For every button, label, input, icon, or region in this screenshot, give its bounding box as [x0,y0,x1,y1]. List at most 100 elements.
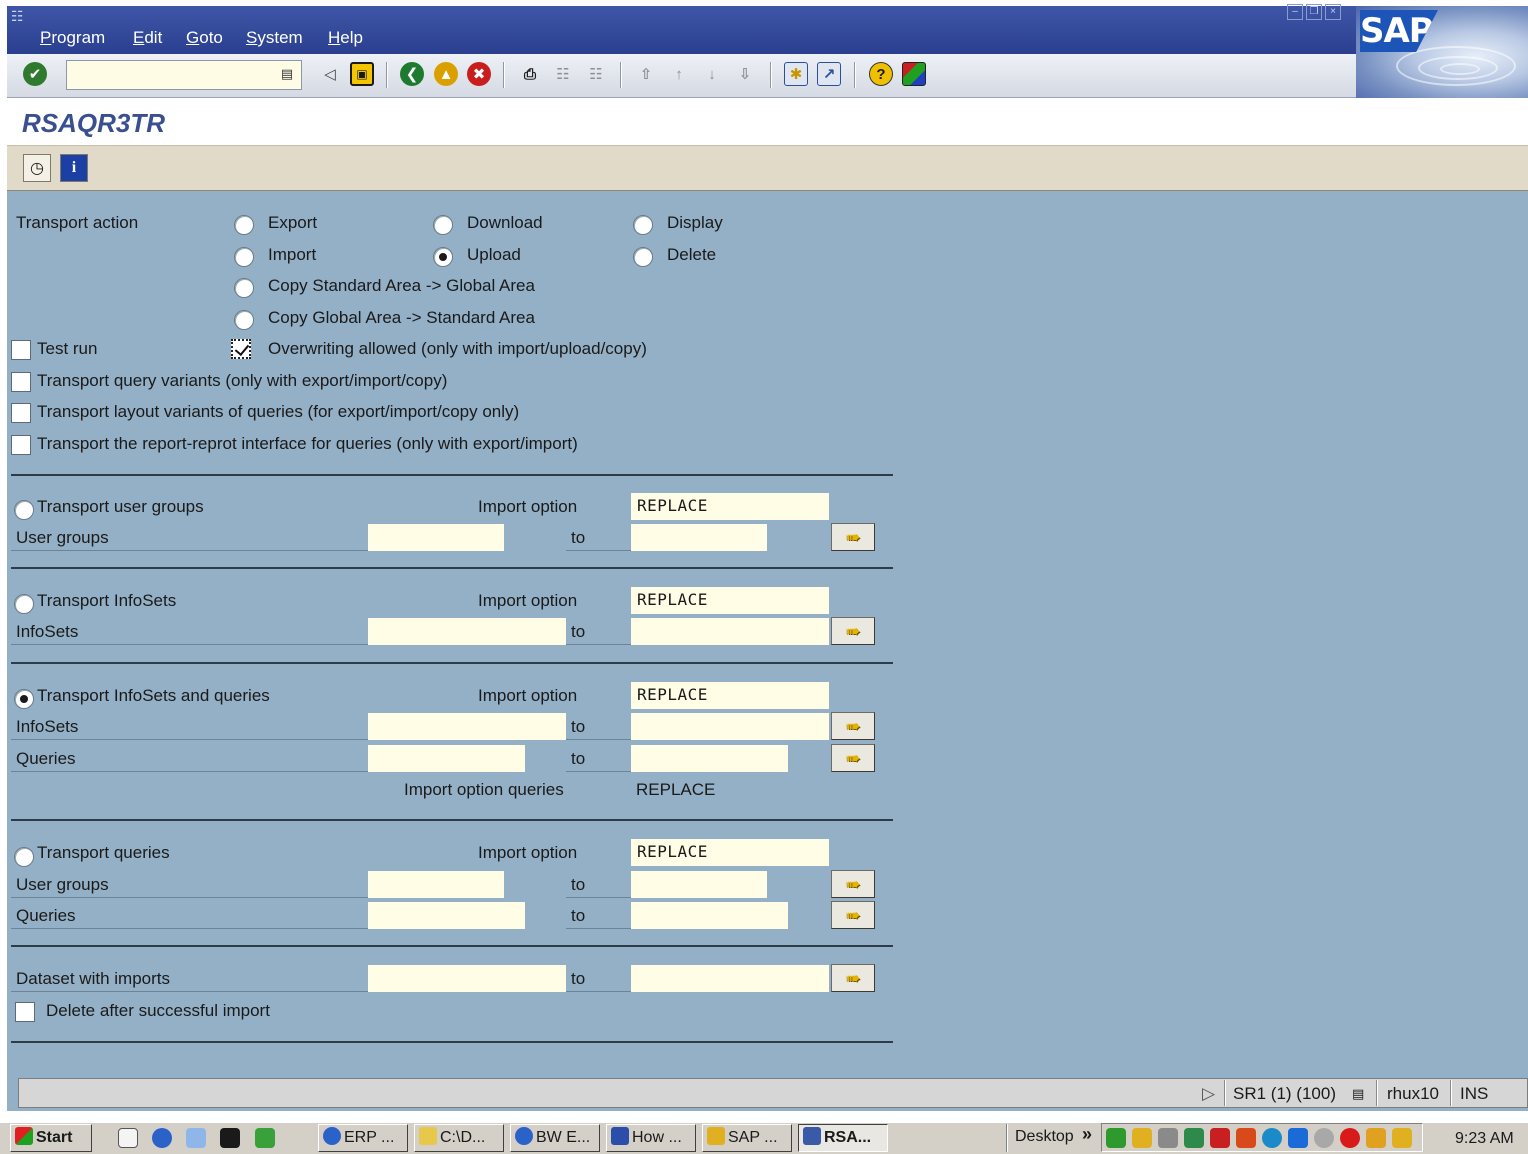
status-system-list-icon[interactable]: ▤ [1352,1082,1364,1105]
delete-after-import-checkbox[interactable] [15,1002,35,1022]
infosets-queries-queries-multiple-selection-button[interactable]: ➠ [831,744,875,772]
tray-pen-icon[interactable] [1132,1128,1152,1148]
test-run-checkbox[interactable] [11,340,31,360]
execute-button[interactable]: ◷ [23,154,51,182]
radio-display[interactable] [633,215,653,235]
layout-variants-checkbox[interactable] [11,403,31,423]
start-button[interactable]: Start [10,1124,92,1152]
queries-user-groups-to-field[interactable] [631,871,767,898]
command-field[interactable] [66,60,302,90]
menu-program[interactable]: Program [40,28,105,48]
queries-import-option-field[interactable]: REPLACE [631,839,829,866]
desktop-toolbar-label[interactable]: Desktop [1015,1128,1074,1146]
menu-edit[interactable]: Edit [133,28,162,48]
quicklaunch-app-icon[interactable] [255,1128,275,1148]
infosets-import-option-field[interactable]: REPLACE [631,587,829,614]
queries-queries-multiple-selection-button[interactable]: ➠ [831,901,875,929]
command-prompt-icon[interactable] [220,1128,240,1148]
tray-connection-icon[interactable] [1184,1128,1204,1148]
new-session-icon[interactable]: ✱ [784,62,808,86]
user-groups-multiple-selection-button[interactable]: ➠ [831,523,875,551]
tray-antivirus-icon[interactable] [1340,1128,1360,1148]
shortcut-icon[interactable]: ↗ [817,62,841,86]
menu-help[interactable]: Help [328,28,363,48]
queries-user-groups-from-field[interactable] [368,871,504,898]
radio-transport-infosets[interactable] [14,594,34,614]
print-icon[interactable]: ⎙ [518,62,542,86]
tray-sync-icon[interactable] [1262,1128,1282,1148]
task-rsaqr3tr[interactable]: RSA... [798,1124,888,1152]
toolbar-chevron-icon[interactable]: » [1082,1124,1092,1145]
overwriting-allowed-checkbox[interactable] [231,339,251,359]
command-history-icon[interactable]: ▤ [278,64,296,84]
minimize-icon[interactable]: – [1287,4,1303,20]
report-interface-checkbox[interactable] [11,435,31,455]
collapse-icon[interactable]: ◁ [318,62,342,86]
radio-copy-standard-to-global[interactable] [234,278,254,298]
infosets-from-field[interactable] [368,618,566,645]
query-variants-checkbox[interactable] [11,372,31,392]
radio-download[interactable] [433,215,453,235]
find-icon[interactable]: ☷ [551,62,575,86]
task-erp[interactable]: ERP ... [318,1124,408,1152]
tray-settings-icon[interactable] [1314,1128,1334,1148]
task-word[interactable]: How ... [606,1124,696,1152]
tray-printer-icon[interactable] [1236,1128,1256,1148]
queries-user-groups-multiple-selection-button[interactable]: ➠ [831,870,875,898]
infosets-queries-infosets-to-field[interactable] [631,713,829,740]
internet-explorer-icon[interactable] [152,1128,172,1148]
user-groups-to-field[interactable] [631,524,767,551]
enter-check-icon[interactable]: ✔ [23,62,47,86]
first-page-icon[interactable]: ⇧ [634,62,658,86]
layout-menu-icon[interactable] [902,62,926,86]
radio-transport-infosets-and-queries[interactable] [14,689,34,709]
infosets-to-field[interactable] [631,618,829,645]
radio-transport-queries[interactable] [14,847,34,867]
task-bw[interactable]: BW E... [510,1124,600,1152]
radio-import[interactable] [234,247,254,267]
taskbar-clock[interactable]: 9:23 AM [1455,1130,1514,1148]
infosets-multiple-selection-button[interactable]: ➠ [831,617,875,645]
infosets-queries-queries-from-field[interactable] [368,745,525,772]
exit-icon[interactable]: ▲ [434,62,458,86]
queries-queries-to-field[interactable] [631,902,788,929]
user-groups-import-option-field[interactable]: REPLACE [631,493,829,520]
radio-export[interactable] [234,215,254,235]
back-icon[interactable]: ❮ [400,62,424,86]
outlook-icon[interactable] [186,1128,206,1148]
window-system-icon[interactable]: ☷ [11,8,33,24]
tray-messenger-icon[interactable] [1366,1128,1386,1148]
radio-delete[interactable] [633,247,653,267]
radio-copy-global-to-standard[interactable] [234,310,254,330]
find-next-icon[interactable]: ☷ [584,62,608,86]
tray-volume-icon[interactable] [1158,1128,1178,1148]
dataset-multiple-selection-button[interactable]: ➠ [831,964,875,992]
last-page-icon[interactable]: ⇩ [733,62,757,86]
restore-icon[interactable]: ❐ [1306,4,1322,20]
save-icon[interactable]: ▣ [350,62,374,86]
next-page-icon[interactable]: ↓ [700,62,724,86]
help-icon[interactable]: ? [869,62,893,86]
status-expand-icon[interactable]: ▷ [1202,1082,1215,1105]
info-button[interactable]: i [60,154,88,182]
show-desktop-icon[interactable] [118,1128,138,1148]
dataset-from-field[interactable] [368,965,566,992]
queries-queries-from-field[interactable] [368,902,525,929]
menu-system[interactable]: System [246,28,303,48]
tray-network-icon[interactable] [1106,1128,1126,1148]
infosets-queries-infosets-from-field[interactable] [368,713,566,740]
tray-acrobat-icon[interactable] [1210,1128,1230,1148]
tray-sap-icon[interactable] [1392,1128,1412,1148]
dataset-to-field[interactable] [631,965,829,992]
infosets-queries-queries-to-field[interactable] [631,745,788,772]
menu-goto[interactable]: Goto [186,28,223,48]
cancel-icon[interactable]: ✖ [467,62,491,86]
status-insert-mode[interactable]: INS [1460,1082,1488,1105]
task-sap[interactable]: SAP ... [702,1124,792,1152]
infosets-queries-import-option-field[interactable]: REPLACE [631,682,829,709]
radio-upload[interactable] [433,247,453,267]
previous-page-icon[interactable]: ↑ [667,62,691,86]
radio-transport-user-groups[interactable] [14,500,34,520]
tray-monitor-icon[interactable] [1288,1128,1308,1148]
user-groups-from-field[interactable] [368,524,504,551]
